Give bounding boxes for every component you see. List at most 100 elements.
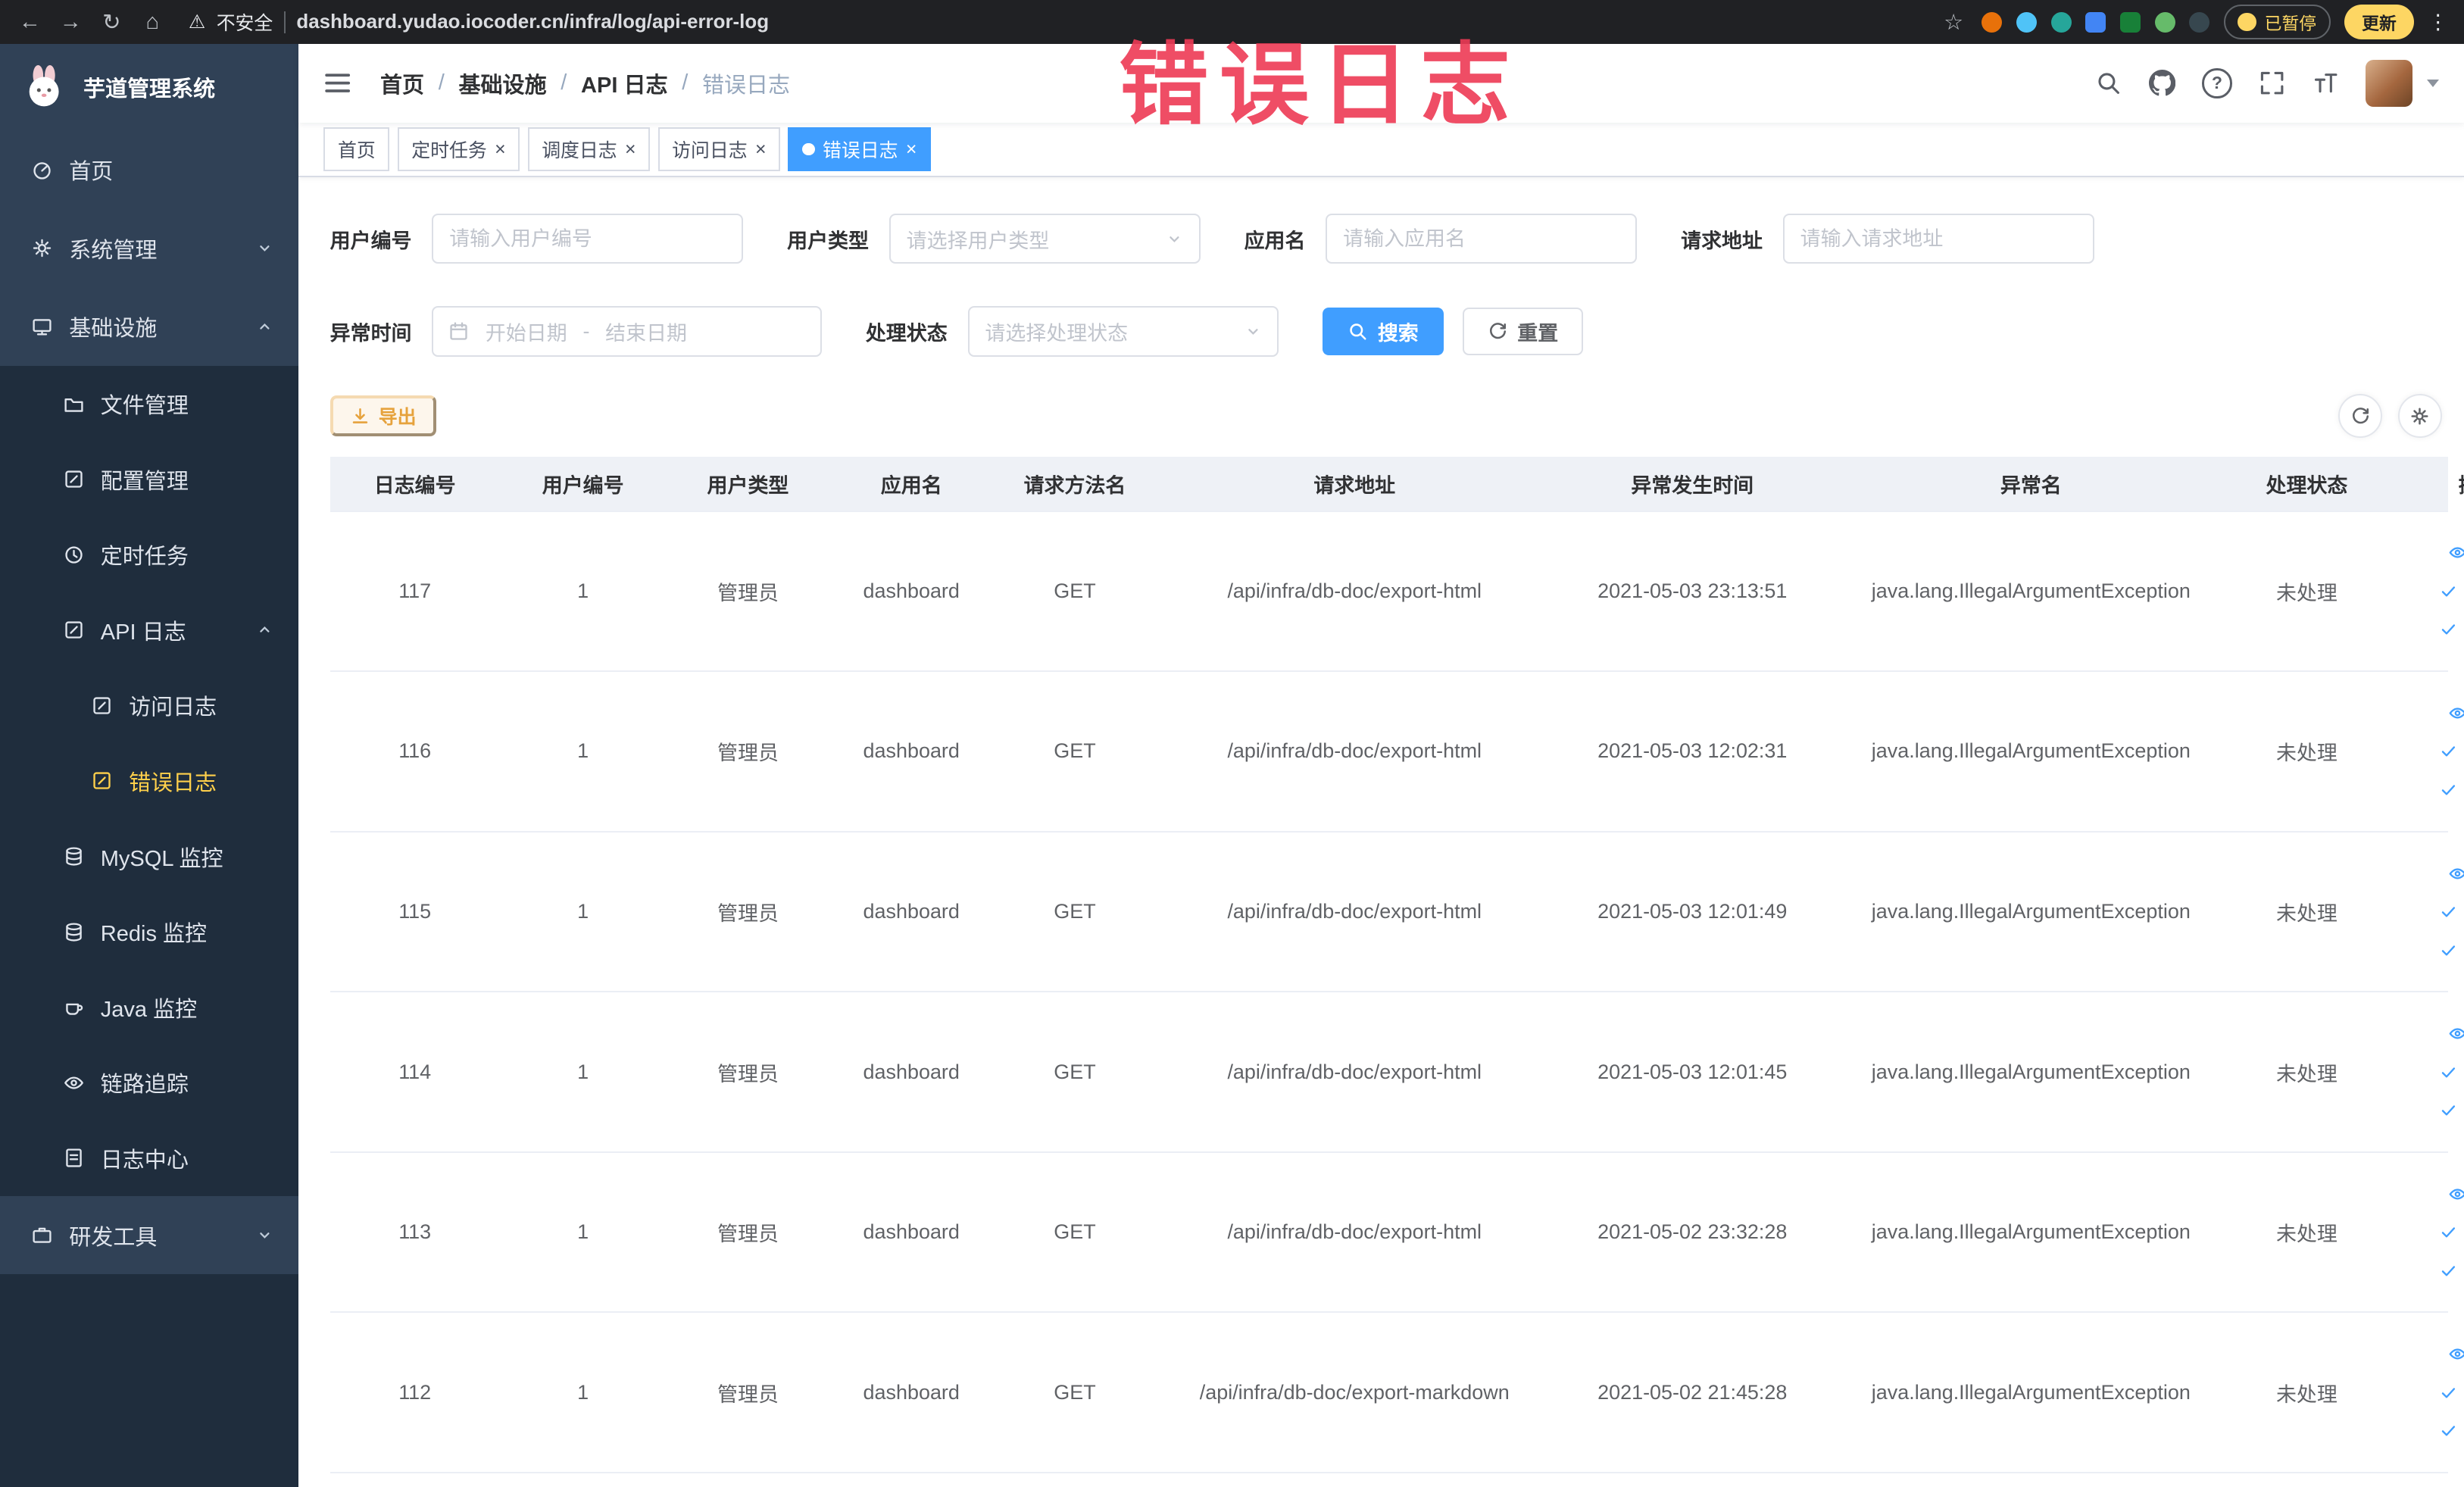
column-settings-button[interactable] bbox=[2398, 394, 2442, 439]
close-icon[interactable]: × bbox=[495, 139, 506, 159]
sidebar-item-trace[interactable]: 链路追踪 bbox=[0, 1045, 298, 1121]
cell-exception: java.lang.IllegalArgumentException bbox=[1871, 1060, 2191, 1083]
processed-link[interactable]: 已处理 bbox=[2439, 1058, 2464, 1086]
breadcrumb-separator: / bbox=[561, 70, 567, 95]
tab-error-log[interactable]: 错误日志 × bbox=[788, 127, 931, 172]
ignored-link[interactable]: 已忽略 bbox=[2439, 936, 2464, 964]
ignored-link[interactable]: 已忽略 bbox=[2439, 1257, 2464, 1284]
cell-time: 2021-05-02 21:45:28 bbox=[1597, 1380, 1788, 1404]
search-button[interactable]: 搜索 bbox=[1323, 308, 1444, 355]
processed-link[interactable]: 已处理 bbox=[2439, 898, 2464, 925]
extension-icon[interactable] bbox=[1982, 11, 2003, 33]
tab-schedule-log[interactable]: 调度日志 × bbox=[527, 127, 651, 172]
ignored-link[interactable]: 已忽略 bbox=[2439, 1417, 2464, 1445]
processed-link[interactable]: 已处理 bbox=[2439, 1379, 2464, 1406]
request-url-input[interactable] bbox=[1782, 214, 2094, 264]
process-status-select[interactable]: 请选择处理状态 bbox=[967, 306, 1279, 357]
column-header: 操作 bbox=[2384, 469, 2464, 498]
extension-icon[interactable] bbox=[2189, 11, 2210, 33]
breadcrumb-item[interactable]: 首页 bbox=[380, 67, 424, 99]
sidebar-item-system[interactable]: 系统管理 bbox=[0, 209, 298, 288]
extension-icon[interactable] bbox=[2119, 11, 2141, 33]
home-icon[interactable]: ⌂ bbox=[139, 10, 167, 35]
extension-icon[interactable] bbox=[2154, 11, 2175, 33]
processed-link[interactable]: 已处理 bbox=[2439, 577, 2464, 604]
refresh-table-button[interactable] bbox=[2338, 394, 2383, 439]
reload-icon[interactable]: ↻ bbox=[98, 9, 126, 36]
detail-link[interactable]: 详细 bbox=[2448, 1020, 2464, 1047]
detail-link[interactable]: 详细 bbox=[2448, 539, 2464, 567]
detail-link[interactable]: 详细 bbox=[2448, 699, 2464, 726]
browser-update-button[interactable]: 更新 bbox=[2344, 5, 2414, 39]
forward-icon[interactable]: → bbox=[57, 10, 85, 35]
sidebar-item-home[interactable]: 首页 bbox=[0, 130, 298, 209]
sidebar-item-config-manage[interactable]: 配置管理 bbox=[0, 442, 298, 517]
sidebar-item-access-log[interactable]: 访问日志 bbox=[0, 668, 298, 744]
sidebar-item-devtools[interactable]: 研发工具 bbox=[0, 1196, 298, 1275]
back-icon[interactable]: ← bbox=[16, 10, 44, 35]
export-button[interactable]: 导出 bbox=[329, 395, 437, 437]
bookmark-star-icon[interactable]: ☆ bbox=[1939, 9, 1967, 36]
cell-app: dashboard bbox=[863, 739, 960, 763]
breadcrumb-item[interactable]: API 日志 bbox=[581, 67, 668, 99]
avatar[interactable] bbox=[2365, 59, 2413, 108]
sidebar-item-api-log[interactable]: API 日志 bbox=[0, 592, 298, 668]
security-label[interactable]: 不安全 bbox=[217, 8, 273, 36]
search-icon[interactable] bbox=[2095, 70, 2122, 96]
edit-square-icon bbox=[63, 468, 85, 490]
hamburger-icon[interactable] bbox=[323, 69, 351, 97]
eye-icon bbox=[63, 1072, 85, 1094]
tab-home[interactable]: 首页 bbox=[323, 127, 390, 172]
filter-row-1: 用户编号 用户类型 请选择用户类型 应用名 bbox=[330, 214, 2449, 264]
browser-menu-icon[interactable]: ⋮ bbox=[2428, 11, 2448, 34]
sidebar-item-mysql-monitor[interactable]: MySQL 监控 bbox=[0, 819, 298, 895]
cell-url: /api/infra/db-doc/export-html bbox=[1227, 1060, 1482, 1083]
user-type-select[interactable]: 请选择用户类型 bbox=[888, 214, 1201, 264]
sidebar-item-log-center[interactable]: 日志中心 bbox=[0, 1120, 298, 1196]
table-row: 115 1 管理员 dashboard GET /api/infra/db-do… bbox=[329, 833, 2464, 993]
tab-scheduled-jobs[interactable]: 定时任务 × bbox=[397, 127, 520, 172]
sidebar-item-file-manage[interactable]: 文件管理 bbox=[0, 366, 298, 442]
cell-log-id: 115 bbox=[398, 899, 432, 923]
ignored-link[interactable]: 已忽略 bbox=[2439, 776, 2464, 803]
detail-link[interactable]: 详细 bbox=[2448, 1341, 2464, 1368]
paused-extension-badge[interactable]: 已暂停 bbox=[2223, 5, 2331, 39]
font-size-icon[interactable] bbox=[2312, 70, 2338, 96]
column-header: 日志编号 bbox=[373, 473, 456, 497]
cell-exception: java.lang.IllegalArgumentException bbox=[1871, 899, 2191, 923]
url-text[interactable]: dashboard.yudao.iocoder.cn/infra/log/api… bbox=[296, 11, 769, 33]
select-placeholder: 请选择用户类型 bbox=[906, 229, 1050, 252]
sidebar-item-java-monitor[interactable]: Java 监控 bbox=[0, 970, 298, 1045]
processed-link[interactable]: 已处理 bbox=[2439, 1219, 2464, 1246]
github-icon[interactable] bbox=[2149, 70, 2175, 96]
fullscreen-icon[interactable] bbox=[2259, 70, 2285, 96]
sidebar-item-scheduled-jobs[interactable]: 定时任务 bbox=[0, 517, 298, 592]
ignored-link[interactable]: 已忽略 bbox=[2439, 616, 2464, 643]
date-range-picker[interactable]: 开始日期 - 结束日期 bbox=[432, 306, 822, 357]
sidebar-item-error-log[interactable]: 错误日志 bbox=[0, 743, 298, 819]
breadcrumb-item[interactable]: 基础设施 bbox=[458, 67, 546, 99]
cell-app: dashboard bbox=[863, 1220, 960, 1244]
sidebar-item-redis-monitor[interactable]: Redis 监控 bbox=[0, 894, 298, 970]
close-icon[interactable]: × bbox=[906, 139, 917, 159]
extension-icon[interactable] bbox=[2085, 11, 2106, 33]
help-icon[interactable]: ? bbox=[2202, 68, 2232, 98]
detail-link[interactable]: 详细 bbox=[2448, 1180, 2464, 1207]
cell-url: /api/infra/db-doc/export-html bbox=[1227, 579, 1482, 602]
user-id-input[interactable] bbox=[432, 214, 744, 264]
ignored-link[interactable]: 已忽略 bbox=[2439, 1097, 2464, 1124]
address-bar[interactable]: ⚠ 不安全 dashboard.yudao.iocoder.cn/infra/l… bbox=[189, 8, 769, 36]
app-name-input[interactable] bbox=[1326, 214, 1638, 264]
extension-icon[interactable] bbox=[2016, 11, 2038, 33]
close-icon[interactable]: × bbox=[755, 139, 767, 159]
toolbar-right bbox=[2338, 394, 2442, 439]
cell-url: /api/infra/db-doc/export-html bbox=[1227, 739, 1482, 763]
close-icon[interactable]: × bbox=[625, 139, 636, 159]
extension-icon[interactable] bbox=[2050, 11, 2072, 33]
tab-access-log[interactable]: 访问日志 × bbox=[657, 127, 781, 172]
sidebar-item-infra[interactable]: 基础设施 bbox=[0, 288, 298, 367]
detail-link[interactable]: 详细 bbox=[2448, 860, 2464, 887]
processed-link[interactable]: 已处理 bbox=[2439, 738, 2464, 765]
reset-button[interactable]: 重置 bbox=[1462, 308, 1584, 355]
caret-down-icon[interactable] bbox=[2426, 79, 2439, 87]
